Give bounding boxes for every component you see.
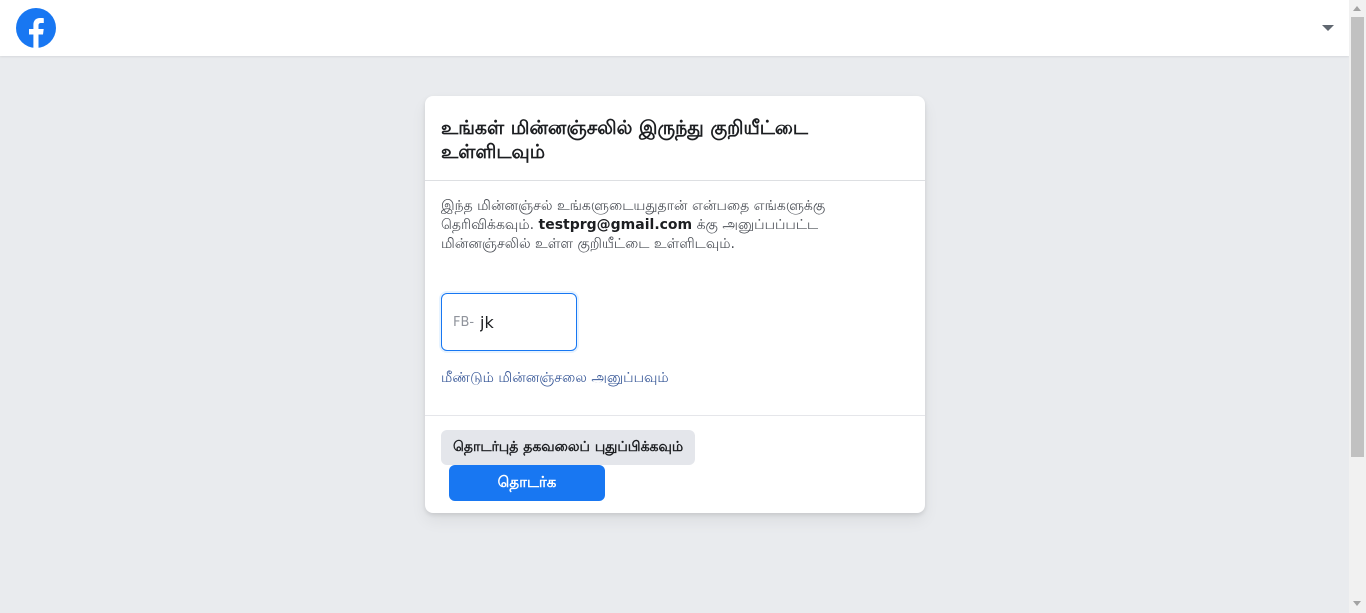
update-contact-info-button[interactable]: தொடர்புத் தகவலைப் புதுப்பிக்கவும் — [441, 430, 696, 465]
top-navigation-bar — [0, 0, 1349, 56]
confirmation-code-input[interactable] — [480, 308, 570, 336]
caret-down-icon[interactable] — [1318, 20, 1338, 36]
instruction-text: இந்த மின்னஞ்சல் உங்களுடையதுதான் என்பதை எ… — [441, 197, 861, 254]
continue-button[interactable]: தொடர்க — [449, 465, 605, 501]
confirmation-code-card: உங்கள் மின்னஞ்சலில் இருந்து குறியீட்டை உ… — [425, 96, 925, 513]
card-title: உங்கள் மின்னஞ்சலில் இருந்து குறியீட்டை உ… — [441, 117, 809, 163]
card-header: உங்கள் மின்னஞ்சலில் இருந்து குறியீட்டை உ… — [425, 96, 925, 181]
code-prefix: FB- — [453, 315, 475, 330]
facebook-logo-icon[interactable] — [16, 8, 56, 48]
scrollbar-thumb[interactable] — [1351, 17, 1364, 457]
vertical-scrollbar[interactable] — [1349, 0, 1366, 613]
confirmation-code-field[interactable]: FB- — [441, 293, 577, 351]
scroll-down-arrow-icon[interactable] — [1353, 601, 1361, 606]
scroll-up-arrow-icon[interactable] — [1353, 6, 1361, 11]
resend-email-link[interactable]: மீண்டும் மின்னஞ்சலை அனுப்பவும் — [441, 370, 669, 388]
email-address: testprg@gmail.com — [538, 217, 693, 233]
divider — [425, 415, 925, 416]
